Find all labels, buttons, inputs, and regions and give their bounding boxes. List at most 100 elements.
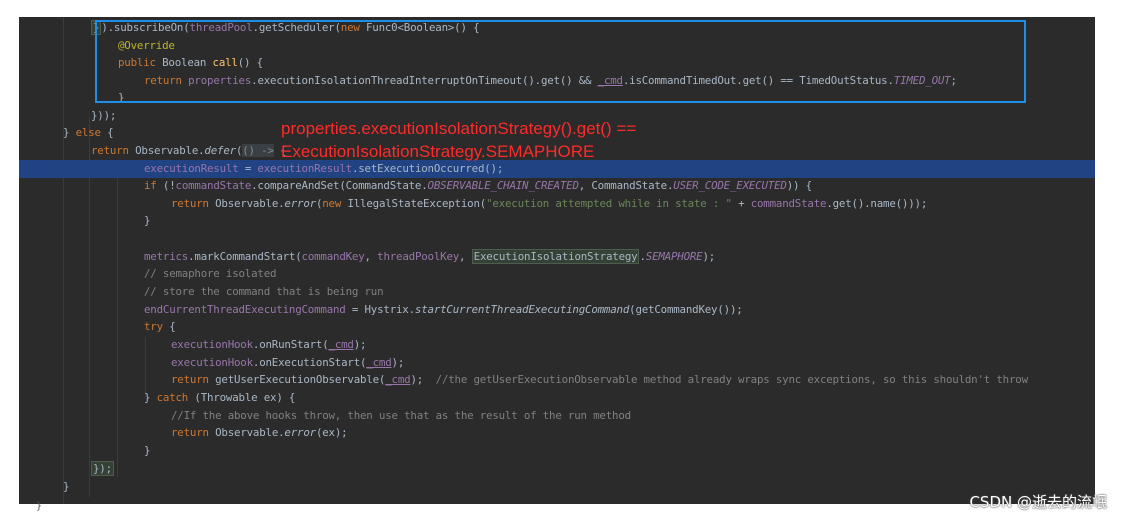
code-token: (! xyxy=(156,179,176,192)
code-token: .setExecutionOccurred(); xyxy=(351,162,504,175)
indent-guide xyxy=(117,167,118,477)
code-token: new xyxy=(322,197,342,210)
code-comment: // semaphore isolated xyxy=(144,267,277,280)
code-token: } xyxy=(144,214,151,227)
code-token: Observable. xyxy=(208,426,285,439)
code-line[interactable]: return Observable.error(ex); xyxy=(171,424,348,442)
code-token: .onRunStart( xyxy=(252,338,329,351)
code-token: } xyxy=(63,480,70,493)
code-token: "execution attempted while in state : " xyxy=(486,197,732,210)
code-token: executionHook xyxy=(171,356,253,369)
code-comment: // store the command that is being run xyxy=(144,285,384,298)
code-token: .get().name())); xyxy=(826,197,928,210)
code-token: ); xyxy=(410,373,436,386)
code-line[interactable]: // store the command that is being run xyxy=(144,283,384,301)
code-line[interactable]: endCurrentThreadExecutingCommand = Hystr… xyxy=(144,301,743,319)
code-token: ); xyxy=(353,338,367,351)
code-token: return xyxy=(171,426,209,439)
code-line[interactable]: } xyxy=(144,212,151,230)
code-token: executionHook xyxy=(171,338,253,351)
code-token: getUserExecutionObservable( xyxy=(208,373,386,386)
code-token: return xyxy=(171,197,209,210)
page-margin xyxy=(1095,0,1123,521)
code-token: else xyxy=(75,126,101,139)
code-comment: //If the above hooks throw, then use tha… xyxy=(171,409,631,422)
code-line[interactable]: } xyxy=(144,442,151,460)
code-token: { xyxy=(162,320,176,333)
indent-guide xyxy=(63,17,64,504)
code-line[interactable]: metrics.markCommandStart(commandKey, thr… xyxy=(144,248,715,266)
code-token: .markCommandStart( xyxy=(188,250,302,263)
code-token: = Hystrix. xyxy=(345,303,415,316)
code-token: (getCommandKey()); xyxy=(629,303,743,316)
code-line[interactable]: } catch (Throwable ex) { xyxy=(144,389,295,407)
code-token: _cmd xyxy=(328,338,354,351)
code-token: .onExecutionStart( xyxy=(252,356,367,369)
code-token: , xyxy=(459,250,472,263)
code-token: commandState xyxy=(175,179,252,192)
code-token: commandState xyxy=(750,197,827,210)
code-token: .compareAndSet(CommandState. xyxy=(251,179,428,192)
code-token: )) { xyxy=(786,179,812,192)
code-token: executionResult xyxy=(257,162,352,175)
code-line[interactable]: executionHook.onRunStart(_cmd); xyxy=(171,336,367,354)
code-token: _cmd xyxy=(385,373,411,386)
code-line[interactable]: } else { xyxy=(63,124,114,142)
code-token: , CommandState. xyxy=(578,179,674,192)
code-token: threadPoolKey xyxy=(377,250,460,263)
code-token: try xyxy=(144,320,163,333)
code-token: ); xyxy=(391,356,405,369)
code-token: } xyxy=(63,126,76,139)
code-line-current[interactable]: executionResult = executionResult.setExe… xyxy=(144,160,503,178)
watermark: CSDN @逝去的流氓 xyxy=(969,493,1107,511)
code-token: error xyxy=(284,197,316,210)
code-token: })); xyxy=(91,109,117,122)
code-comment: //the getUserExecutionObservable method … xyxy=(435,373,1028,386)
code-token: USER_CODE_EXECUTED xyxy=(673,179,787,192)
code-line[interactable]: if (!commandState.compareAndSet(CommandS… xyxy=(144,177,812,195)
code-token: = xyxy=(238,162,258,175)
code-line[interactable]: executionHook.onExecutionStart(_cmd); xyxy=(171,354,404,372)
code-line: } xyxy=(36,498,42,516)
code-token: Observable. xyxy=(128,144,205,157)
code-token: + xyxy=(731,197,751,210)
code-token: catch xyxy=(156,391,189,404)
code-token: , xyxy=(364,250,378,263)
code-token: { xyxy=(100,126,114,139)
lambda-fold[interactable]: () -> xyxy=(242,144,274,157)
code-line[interactable]: })); xyxy=(91,107,116,125)
code-token: metrics xyxy=(144,250,189,263)
annotation-line-2: ExecutionIsolationStrategy.SEMAPHORE xyxy=(281,142,595,161)
indent-guide xyxy=(145,337,146,397)
code-token: IllegalStateException( xyxy=(341,197,487,210)
code-token: } xyxy=(144,391,157,404)
code-token: executionResult xyxy=(144,162,239,175)
code-token: }); xyxy=(91,461,114,476)
code-token: SEMAPHORE xyxy=(645,250,703,263)
code-line[interactable]: return getUserExecutionObservable(_cmd);… xyxy=(171,371,1028,389)
annotation-line-1: properties.executionIsolationStrategy().… xyxy=(281,119,637,138)
highlight-box xyxy=(95,20,1026,103)
code-line[interactable]: return Observable.defer(() -> { xyxy=(91,142,287,160)
code-token: ); xyxy=(702,250,716,263)
code-line[interactable]: try { xyxy=(144,318,176,336)
code-token: error xyxy=(284,426,316,439)
code-token: _cmd xyxy=(366,356,392,369)
code-token: (ex); xyxy=(315,426,348,439)
code-token: if xyxy=(144,179,157,192)
code-token: OBSERVABLE_CHAIN_CREATED xyxy=(427,179,579,192)
code-token: defer xyxy=(204,144,236,157)
code-line[interactable]: //If the above hooks throw, then use tha… xyxy=(171,407,631,425)
code-token: return xyxy=(91,144,129,157)
code-line[interactable]: } xyxy=(63,478,70,496)
code-token: ExecutionIsolationStrategy xyxy=(471,249,640,264)
code-line[interactable]: return Observable.error(new IllegalState… xyxy=(171,195,927,213)
code-token: commandKey xyxy=(301,250,365,263)
code-token: Observable. xyxy=(208,197,285,210)
code-token: } xyxy=(144,444,151,457)
code-token: endCurrentThreadExecutingCommand xyxy=(144,303,346,316)
code-line[interactable]: }); xyxy=(91,460,114,478)
code-editor[interactable]: }).subscribeOn(threadPool.getScheduler(n… xyxy=(19,17,1095,504)
code-token: (Throwable ex) { xyxy=(188,391,296,404)
code-line[interactable]: // semaphore isolated xyxy=(144,265,277,283)
